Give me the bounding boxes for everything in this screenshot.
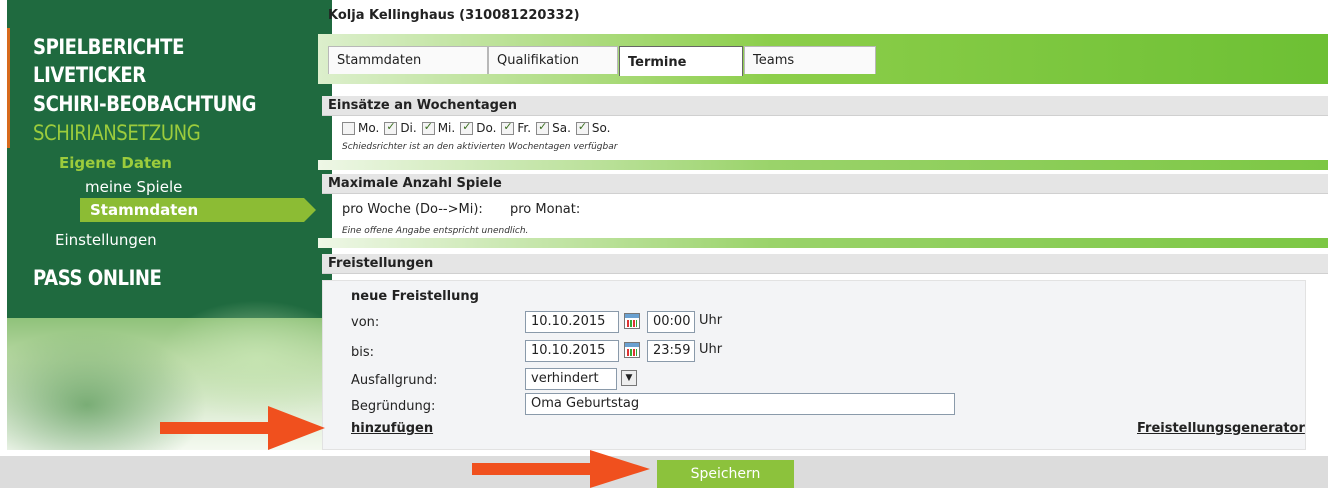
neue-freistellung-heading: neue Freistellung: [351, 289, 479, 304]
checkbox-label: Fr.: [517, 121, 532, 135]
tab-stammdaten[interactable]: Stammdaten: [328, 46, 488, 74]
uhr-label: Uhr: [699, 313, 723, 328]
nav-meine-spiele[interactable]: meine Spiele: [85, 178, 182, 196]
pro-woche-label: pro Woche (Do-->Mi):: [342, 202, 483, 217]
checkbox-do[interactable]: [460, 120, 474, 135]
nav-stammdaten[interactable]: Stammdaten: [80, 198, 316, 222]
checkbox-sa[interactable]: [536, 120, 550, 135]
tab-teams[interactable]: Teams: [744, 46, 876, 74]
checkbox-fr[interactable]: [501, 120, 515, 135]
main-content: Kolja Kellinghaus (310081220332) Stammda…: [318, 0, 1328, 450]
bis-time-field[interactable]: 23:59: [647, 340, 695, 362]
pro-monat-label: pro Monat:: [510, 202, 581, 217]
begruendung-label: Begründung:: [351, 399, 436, 414]
arrow-icon: [160, 406, 325, 450]
checkbox-label: Mi.: [437, 121, 456, 135]
tab-qualifikation[interactable]: Qualifikation: [488, 46, 618, 74]
hinzufuegen-link[interactable]: hinzufügen: [351, 421, 433, 436]
nav-liveticker[interactable]: LIVETICKER: [33, 63, 146, 87]
checkbox-mi[interactable]: [421, 120, 435, 135]
sidebar-accent-bar: [7, 28, 10, 148]
checkbox-label: Do.: [476, 121, 497, 135]
save-button[interactable]: Speichern: [657, 460, 794, 488]
ausfallgrund-select[interactable]: verhindert: [525, 368, 617, 390]
calendar-icon[interactable]: [624, 313, 640, 329]
bis-label: bis:: [351, 345, 375, 360]
von-label: von:: [351, 315, 380, 330]
checkbox-label: Sa.: [552, 121, 571, 135]
nav-pass-online[interactable]: PASS ONLINE: [33, 266, 162, 290]
section-divider: [318, 238, 1328, 248]
section-einsaetze-header: Einsätze an Wochentagen: [322, 96, 1328, 116]
checkbox-label: Di.: [400, 121, 417, 135]
arrow-icon: [472, 450, 650, 488]
von-date-field[interactable]: 10.10.2015: [525, 311, 619, 333]
freistellungsgenerator-link[interactable]: Freistellungsgenerator: [1137, 421, 1305, 436]
weekday-checkboxes: Mo. Di. Mi. Do. Fr. Sa. So.: [342, 120, 615, 135]
tab-termine[interactable]: Termine: [619, 46, 743, 76]
max-spiele-note: Eine offene Angabe entspricht unendlich.: [342, 226, 529, 236]
nav-eigene-daten[interactable]: Eigene Daten: [59, 154, 172, 172]
nav-schiriansetzung[interactable]: SCHIRIANSETZUNG: [33, 121, 201, 145]
calendar-icon[interactable]: [624, 342, 640, 358]
section-max-spiele-header: Maximale Anzahl Spiele: [322, 174, 1328, 194]
begruendung-input[interactable]: Oma Geburtstag: [525, 393, 955, 415]
sidebar: SPIELBERICHTE LIVETICKER SCHIRI-BEOBACHT…: [7, 0, 332, 450]
ausfallgrund-label: Ausfallgrund:: [351, 373, 438, 388]
checkbox-label: Mo.: [358, 121, 380, 135]
nav-spielberichte[interactable]: SPIELBERICHTE: [33, 35, 184, 59]
section-divider: [318, 160, 1328, 170]
page-title: Kolja Kellinghaus (310081220332): [328, 8, 580, 23]
nav-stammdaten-label: Stammdaten: [90, 201, 199, 219]
checkbox-mo[interactable]: [342, 121, 355, 135]
checkbox-label: So.: [591, 121, 611, 135]
freistellung-form: neue Freistellung von: 10.10.2015 00:00 …: [322, 280, 1306, 450]
bis-date-field[interactable]: 10.10.2015: [525, 340, 619, 362]
von-time-field[interactable]: 00:00: [647, 311, 695, 333]
nav-schiri-beobachtung[interactable]: SCHIRI-BEOBACHTUNG: [33, 92, 256, 116]
checkbox-so[interactable]: [575, 120, 589, 135]
nav-einstellungen[interactable]: Einstellungen: [55, 231, 157, 249]
einsaetze-note: Schiedsrichter ist an den aktivierten Wo…: [342, 142, 618, 152]
checkbox-di[interactable]: [384, 120, 398, 135]
uhr-label: Uhr: [699, 342, 723, 357]
chevron-down-icon[interactable]: ▼: [621, 370, 637, 386]
section-freistellungen-header: Freistellungen: [322, 254, 1328, 274]
